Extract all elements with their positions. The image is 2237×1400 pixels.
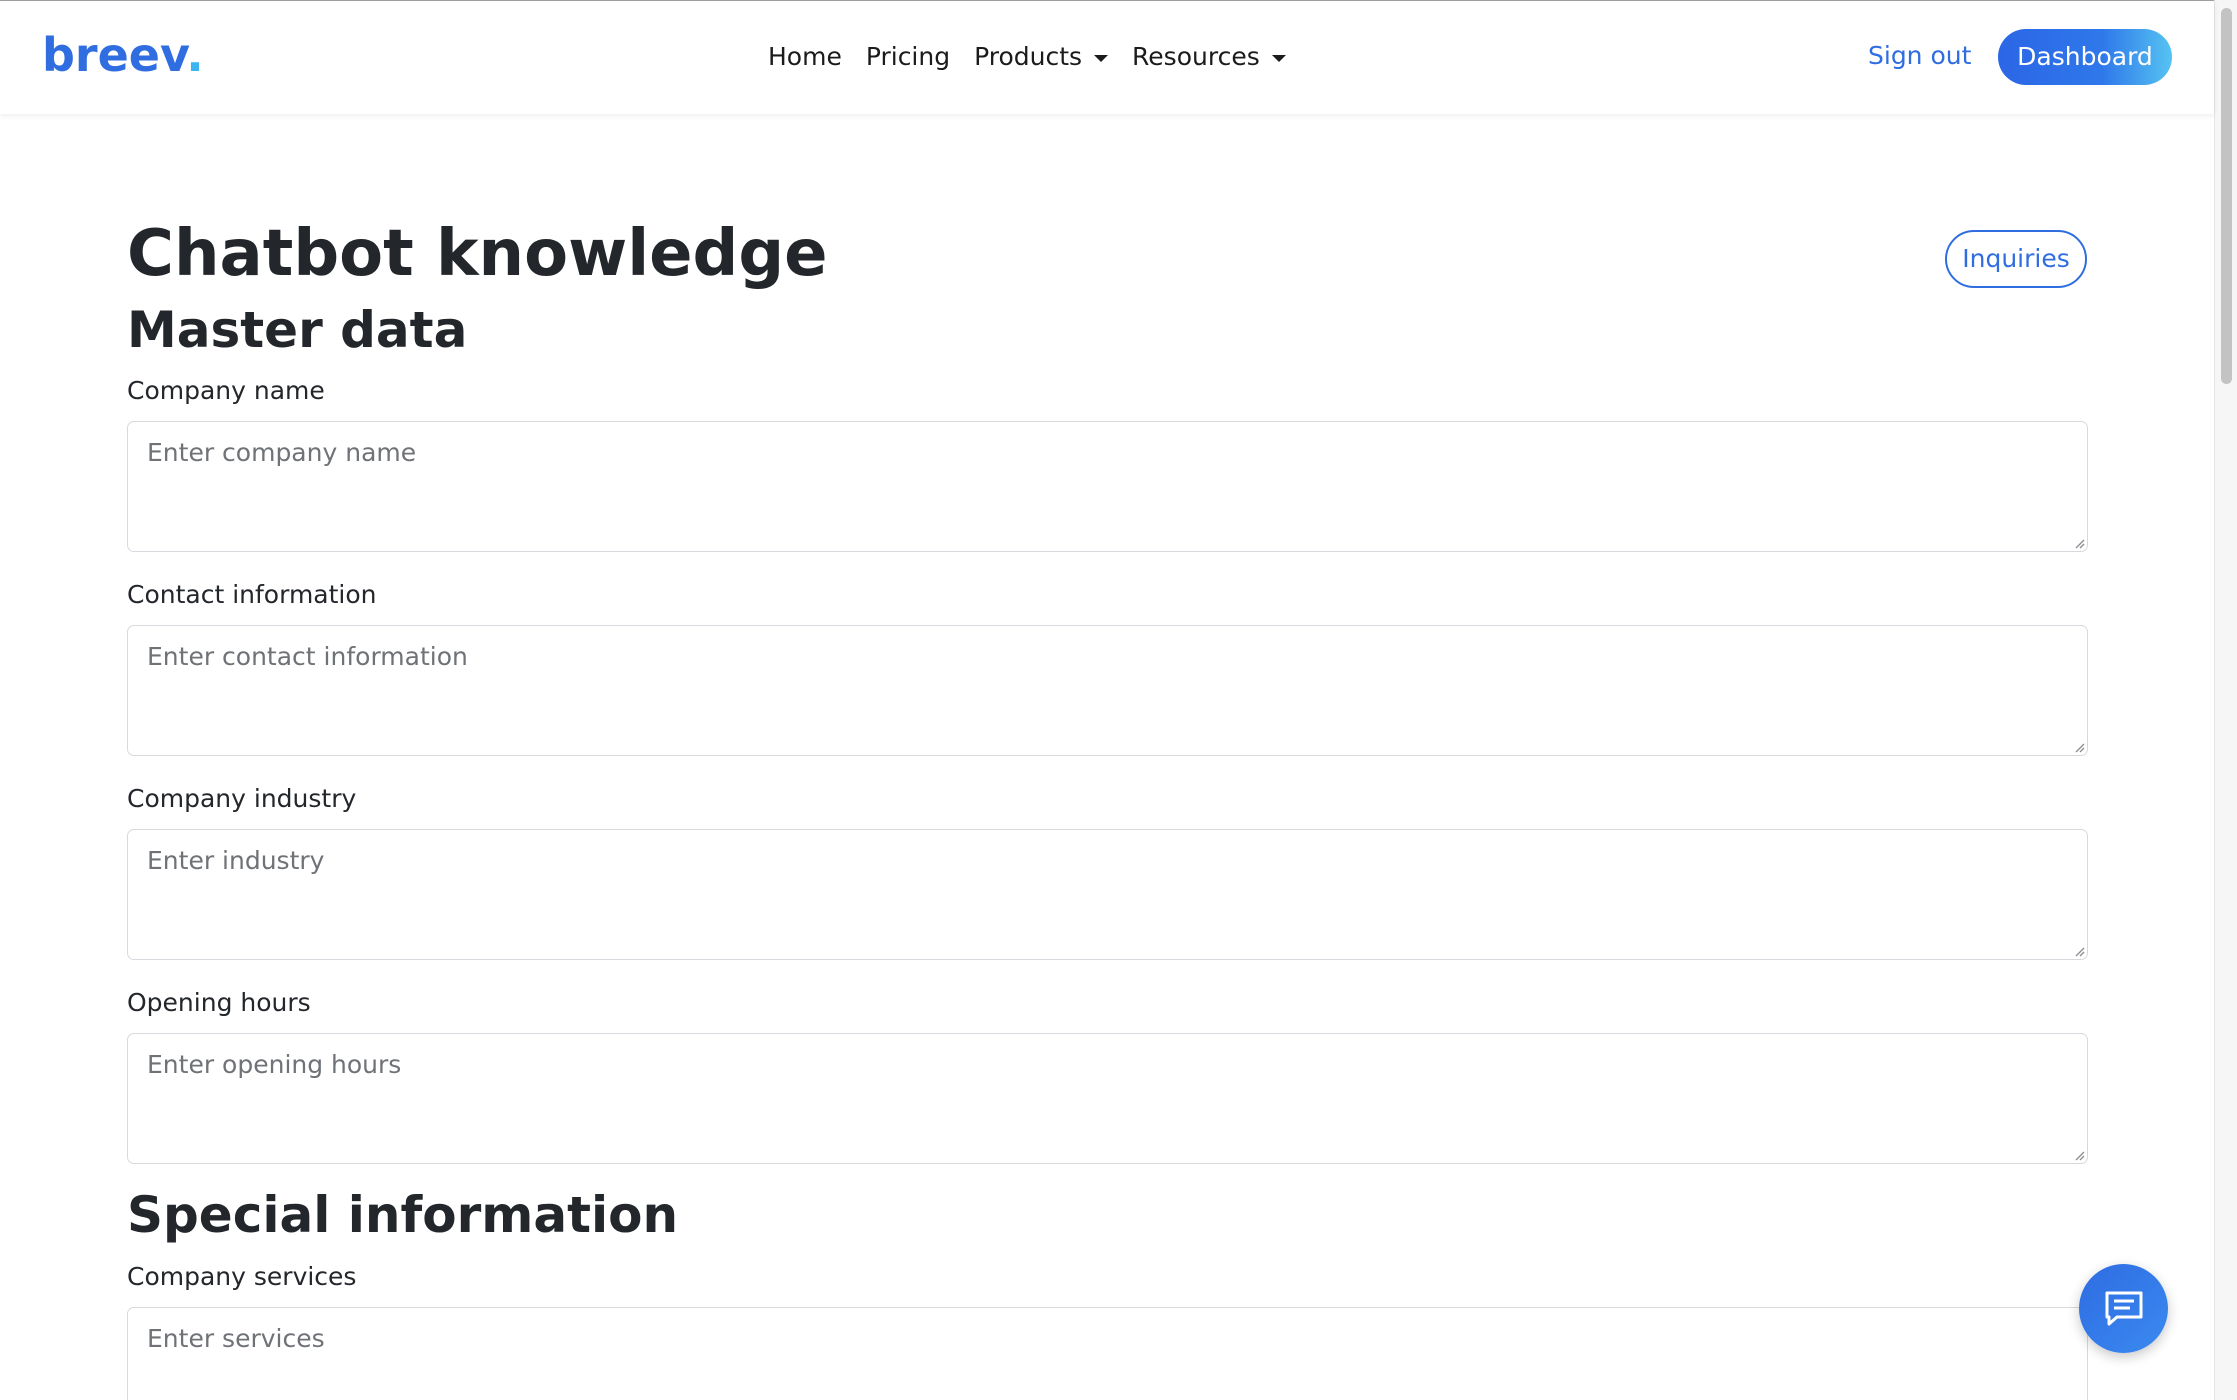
nav-dropdown-products[interactable]: Products	[974, 39, 1109, 75]
brand-logo-text: breev	[42, 28, 187, 82]
caret-down-icon	[1094, 54, 1109, 62]
sign-out-link[interactable]: Sign out	[1868, 37, 1971, 75]
scrollbar-thumb[interactable]	[2221, 8, 2232, 384]
opening-hours-textarea[interactable]: Enter opening hours	[127, 1033, 2088, 1164]
resize-handle-icon[interactable]	[2073, 1149, 2085, 1161]
nav-link-label: Pricing	[865, 42, 951, 71]
field-label-company-industry: Company industry	[127, 784, 357, 813]
section-title-special-information: Special information	[127, 1186, 679, 1244]
nav-link-label: Home	[768, 42, 842, 71]
scrollbar-track[interactable]	[2214, 0, 2237, 1400]
section-title-master-data: Master data	[127, 301, 468, 359]
caret-down-icon	[1271, 54, 1286, 62]
brand-logo[interactable]: breev.	[42, 27, 204, 83]
placeholder-text: Enter industry	[147, 846, 325, 875]
field-label-contact-information: Contact information	[127, 580, 377, 609]
nav-link-home[interactable]: Home	[768, 39, 842, 75]
chat-bubble-icon	[2105, 1291, 2142, 1325]
field-label-company-services: Company services	[127, 1262, 357, 1291]
page-title: Chatbot knowledge	[127, 217, 828, 291]
nav-link-pricing[interactable]: Pricing	[866, 39, 950, 75]
brand-logo-dot: .	[186, 28, 204, 82]
company-services-textarea[interactable]: Enter services	[127, 1307, 2088, 1400]
nav-link-label: Products	[974, 42, 1083, 71]
placeholder-text: Enter contact information	[147, 642, 468, 671]
resize-handle-icon[interactable]	[2073, 945, 2085, 957]
nav-dropdown-resources[interactable]: Resources	[1132, 39, 1286, 75]
page: breev. Home Pricing Products Resources S…	[0, 0, 2237, 1400]
placeholder-text: Enter services	[147, 1324, 325, 1353]
contact-information-textarea[interactable]: Enter contact information	[127, 625, 2088, 756]
chat-widget-button[interactable]	[2079, 1264, 2168, 1353]
company-name-textarea[interactable]: Enter company name	[127, 421, 2088, 552]
field-label-opening-hours: Opening hours	[127, 988, 311, 1017]
top-navbar: breev. Home Pricing Products Resources S…	[0, 0, 2214, 114]
resize-handle-icon[interactable]	[2073, 741, 2085, 753]
dashboard-button[interactable]: Dashboard	[1998, 29, 2172, 85]
inquiries-button[interactable]: Inquiries	[1945, 230, 2087, 288]
resize-handle-icon[interactable]	[2073, 537, 2085, 549]
nav-links: Home Pricing Products Resources	[768, 39, 1286, 75]
field-label-company-name: Company name	[127, 376, 325, 405]
nav-link-label: Resources	[1132, 42, 1260, 71]
placeholder-text: Enter company name	[147, 438, 417, 467]
placeholder-text: Enter opening hours	[147, 1050, 402, 1079]
company-industry-textarea[interactable]: Enter industry	[127, 829, 2088, 960]
